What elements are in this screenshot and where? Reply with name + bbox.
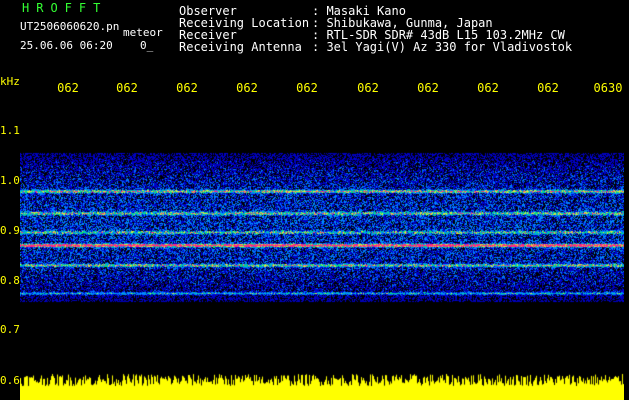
freq-tick: 0.6	[0, 374, 20, 387]
freq-tick: 1.1	[0, 124, 20, 137]
waterfall-spectrogram	[20, 97, 624, 400]
freq-tick: 0.7	[0, 323, 20, 336]
meteor-count: 0_	[140, 39, 154, 52]
freq-tick: 1.0	[0, 174, 20, 187]
antenna-value: : 3el Yagi(V) Az 330 for Vladivostok	[312, 40, 573, 54]
time-tick: 062	[57, 81, 79, 95]
time-tick: 062	[116, 81, 138, 95]
time-tick: 062	[236, 81, 258, 95]
time-tick: 062	[537, 81, 559, 95]
unit-label: kHz	[0, 75, 20, 88]
time-tick: 062	[357, 81, 379, 95]
time-tick: 0630	[593, 81, 623, 95]
file-name: UT2506060620.pn	[20, 20, 120, 33]
time-tick: 062	[176, 81, 198, 95]
app-title: HROFFT	[22, 1, 108, 15]
time-tick: 062	[296, 81, 318, 95]
datetime: 25.06.06 06:20	[20, 39, 113, 52]
time-tick: 062	[477, 81, 499, 95]
time-tick: 062	[417, 81, 439, 95]
mode-label: meteor	[123, 26, 163, 39]
freq-tick: 0.9	[0, 224, 20, 237]
antenna-label: Receiving Antenna	[179, 40, 302, 54]
freq-tick: 0.8	[0, 274, 20, 287]
